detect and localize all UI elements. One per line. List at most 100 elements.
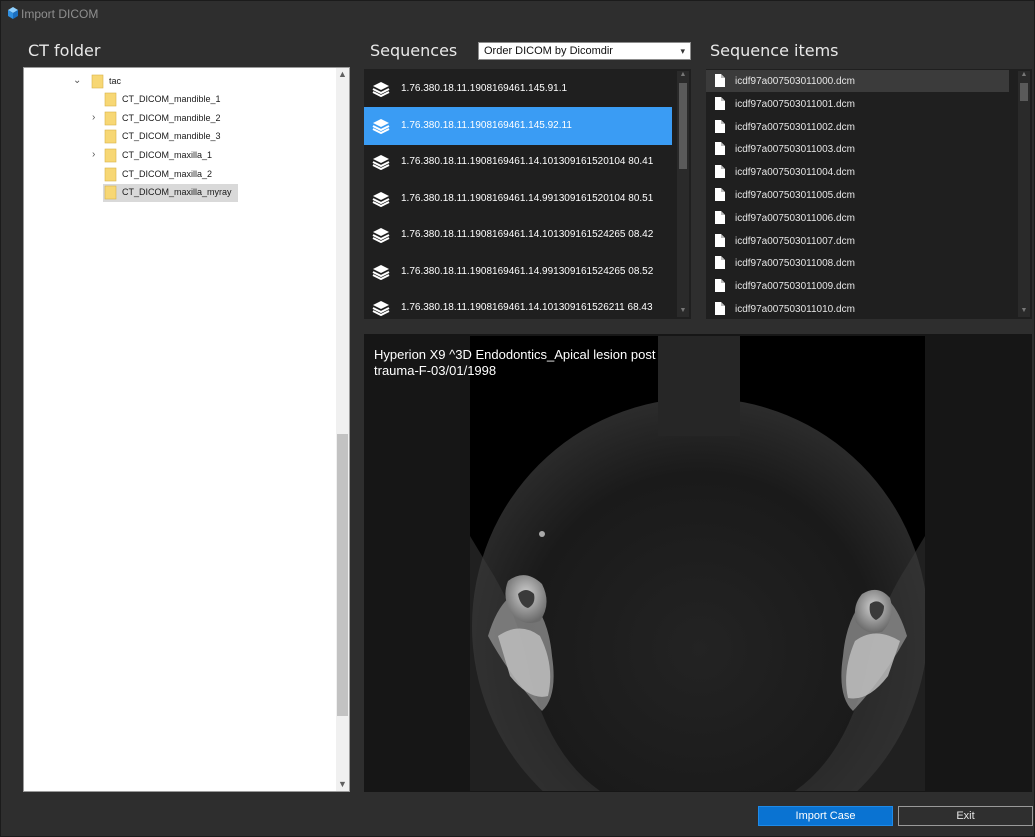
folder-icon	[104, 92, 117, 107]
tree-item[interactable]: › CT_DICOM_maxilla_1	[24, 147, 337, 165]
sequence-items-scrollbar[interactable]: ▲ ▼	[1018, 71, 1030, 317]
tree-item-label: CT_DICOM_maxilla_2	[122, 169, 213, 179]
tree-item[interactable]: ⌄ tac	[24, 73, 337, 91]
file-icon	[715, 210, 725, 224]
sequence-item-label: 1.76.380.18.11.1908169461.14.10130916152…	[401, 302, 653, 313]
file-item-label: icdf97a007503011007.dcm	[735, 235, 855, 247]
file-icon	[715, 142, 725, 156]
sequence-items-list[interactable]: icdf97a007503011000.dcm icdf97a0075030110…	[706, 69, 1032, 319]
tree-item[interactable]: CT_DICOM_mandible_1	[24, 91, 337, 109]
layers-icon	[372, 300, 390, 317]
file-item-label: icdf97a007503011004.dcm	[735, 167, 855, 179]
window-title: Import DICOM	[21, 7, 99, 21]
tree-item-label: CT_DICOM_mandible_1	[122, 94, 221, 104]
chevron-right-icon[interactable]: ›	[92, 149, 102, 161]
tree-item-label: CT_DICOM_maxilla_myray	[122, 187, 232, 197]
exit-button[interactable]: Exit	[898, 806, 1033, 826]
sequence-item[interactable]: 1.76.380.18.11.1908169461.14.99130916152…	[364, 253, 672, 291]
sequence-item[interactable]: 1.76.380.18.11.1908169461.14.10130916152…	[364, 289, 672, 319]
scroll-up-icon[interactable]: ▲	[677, 71, 689, 81]
scroll-up-icon[interactable]: ▲	[336, 68, 349, 81]
file-icon	[715, 74, 725, 87]
import-dicom-window: Import DICOM CT folder Sequences Sequenc…	[0, 0, 1035, 837]
scrollbar-thumb[interactable]	[337, 434, 348, 716]
sequence-item[interactable]: 1.76.380.18.11.1908169461.14.10130916152…	[364, 216, 672, 254]
tree-item[interactable]: CT_DICOM_mandible_3	[24, 128, 337, 146]
ct-folder-title: CT folder	[28, 41, 101, 60]
tree-item[interactable]: CT_DICOM_maxilla_2	[24, 166, 337, 184]
file-item-label: icdf97a007503011008.dcm	[735, 258, 855, 270]
title-bar: Import DICOM	[1, 1, 1034, 27]
sequence-file-item[interactable]: icdf97a007503011010.dcm	[706, 298, 1009, 319]
scroll-down-icon[interactable]: ▼	[1018, 307, 1030, 317]
sequence-item-label: 1.76.380.18.11.1908169461.14.99130916152…	[401, 265, 654, 277]
layers-icon	[372, 191, 390, 207]
sequence-item[interactable]: 1.76.380.18.11.1908169461.14.99130916152…	[364, 180, 672, 218]
chevron-down-icon: ▾	[680, 46, 685, 56]
sequence-file-item[interactable]: icdf97a007503011005.dcm	[706, 184, 1009, 206]
tree-item-label: CT_DICOM_maxilla_1	[122, 150, 213, 160]
file-icon	[715, 256, 725, 270]
folder-icon	[91, 74, 104, 89]
layers-icon	[372, 118, 390, 134]
file-icon	[715, 165, 725, 179]
scroll-up-icon[interactable]: ▲	[1018, 71, 1030, 81]
sequence-item-label: 1.76.380.18.11.1908169461.14.99130916152…	[401, 192, 654, 204]
file-item-label: icdf97a007503011005.dcm	[735, 190, 855, 201]
viewer-caption: Hyperion X9 ^3D Endodontics_Apical lesio…	[374, 347, 656, 378]
import-case-button[interactable]: Import Case	[758, 806, 893, 826]
layers-icon	[372, 264, 390, 280]
chevron-down-icon[interactable]: ⌄	[73, 75, 83, 87]
sequence-file-item[interactable]: icdf97a007503011000.dcm	[706, 70, 1009, 92]
ct-slice-render	[470, 336, 925, 791]
sequence-file-item[interactable]: icdf97a007503011003.dcm	[706, 138, 1009, 160]
chevron-right-icon[interactable]: ›	[92, 112, 102, 124]
folder-icon	[104, 148, 117, 163]
tree-item[interactable]: CT_DICOM_maxilla_myray	[24, 184, 337, 202]
file-item-label: icdf97a007503011009.dcm	[735, 281, 855, 293]
sequence-item[interactable]: 1.76.380.18.11.1908169461.145.92.11	[364, 106, 672, 145]
scrollbar-thumb[interactable]	[1020, 83, 1028, 101]
sequences-list[interactable]: 1.76.380.18.11.1908169461.145.91.1 1.76.3…	[364, 69, 691, 319]
file-item-label: icdf97a007503011010.dcm	[735, 304, 855, 315]
file-icon	[715, 119, 725, 133]
sequences-scrollbar[interactable]: ▲ ▼	[677, 71, 689, 317]
ct-folder-tree[interactable]: ⌄ tac CT_DICOM_mandible_1 › CT_DICOM_mandibl…	[23, 67, 350, 792]
sequence-file-item[interactable]: icdf97a007503011002.dcm	[706, 116, 1009, 138]
order-dicom-select[interactable]: Order DICOM by Dicomdir ▾	[478, 42, 691, 60]
layers-icon	[372, 81, 390, 98]
scrollbar-thumb[interactable]	[679, 83, 687, 169]
sequence-file-item[interactable]: icdf97a007503011001.dcm	[706, 93, 1009, 115]
sequences-title: Sequences	[370, 41, 458, 60]
file-icon	[715, 188, 725, 201]
sequence-item[interactable]: 1.76.380.18.11.1908169461.14.10130916152…	[364, 143, 672, 181]
sequence-item-label: 1.76.380.18.11.1908169461.14.10130916152…	[401, 156, 654, 167]
order-dicom-select-value: Order DICOM by Dicomdir	[484, 45, 613, 57]
tree-item-label: tac	[109, 76, 122, 86]
scroll-down-icon[interactable]: ▼	[677, 307, 689, 317]
scroll-down-icon[interactable]: ▼	[336, 778, 349, 791]
sequence-item-label: 1.76.380.18.11.1908169461.14.10130916152…	[401, 229, 654, 240]
file-item-label: icdf97a007503011000.dcm	[735, 76, 855, 87]
sequence-file-item[interactable]: icdf97a007503011008.dcm	[706, 252, 1009, 274]
file-icon	[715, 233, 725, 247]
sequence-items-title: Sequence items	[710, 41, 839, 60]
cube-icon	[8, 7, 18, 19]
sequence-file-item[interactable]: icdf97a007503011006.dcm	[706, 207, 1009, 229]
sequence-item-label: 1.76.380.18.11.1908169461.145.91.1	[401, 83, 568, 94]
file-icon	[715, 96, 725, 110]
layers-icon	[372, 154, 390, 171]
file-item-label: icdf97a007503011006.dcm	[735, 212, 855, 224]
sequence-file-item[interactable]: icdf97a007503011004.dcm	[706, 161, 1009, 183]
tree-item[interactable]: › CT_DICOM_mandible_2	[24, 110, 337, 128]
tree-scrollbar[interactable]: ▲ ▼	[336, 68, 349, 791]
file-icon	[715, 279, 725, 293]
tree-item-label: CT_DICOM_mandible_3	[122, 131, 221, 141]
sequence-file-item[interactable]: icdf97a007503011007.dcm	[706, 230, 1009, 252]
folder-icon	[104, 185, 117, 200]
sequence-item[interactable]: 1.76.380.18.11.1908169461.145.91.1	[364, 70, 672, 108]
file-item-label: icdf97a007503011002.dcm	[735, 121, 855, 133]
sequence-file-item[interactable]: icdf97a007503011009.dcm	[706, 275, 1009, 297]
ct-slice-image[interactable]	[470, 336, 925, 791]
folder-icon	[104, 129, 117, 144]
